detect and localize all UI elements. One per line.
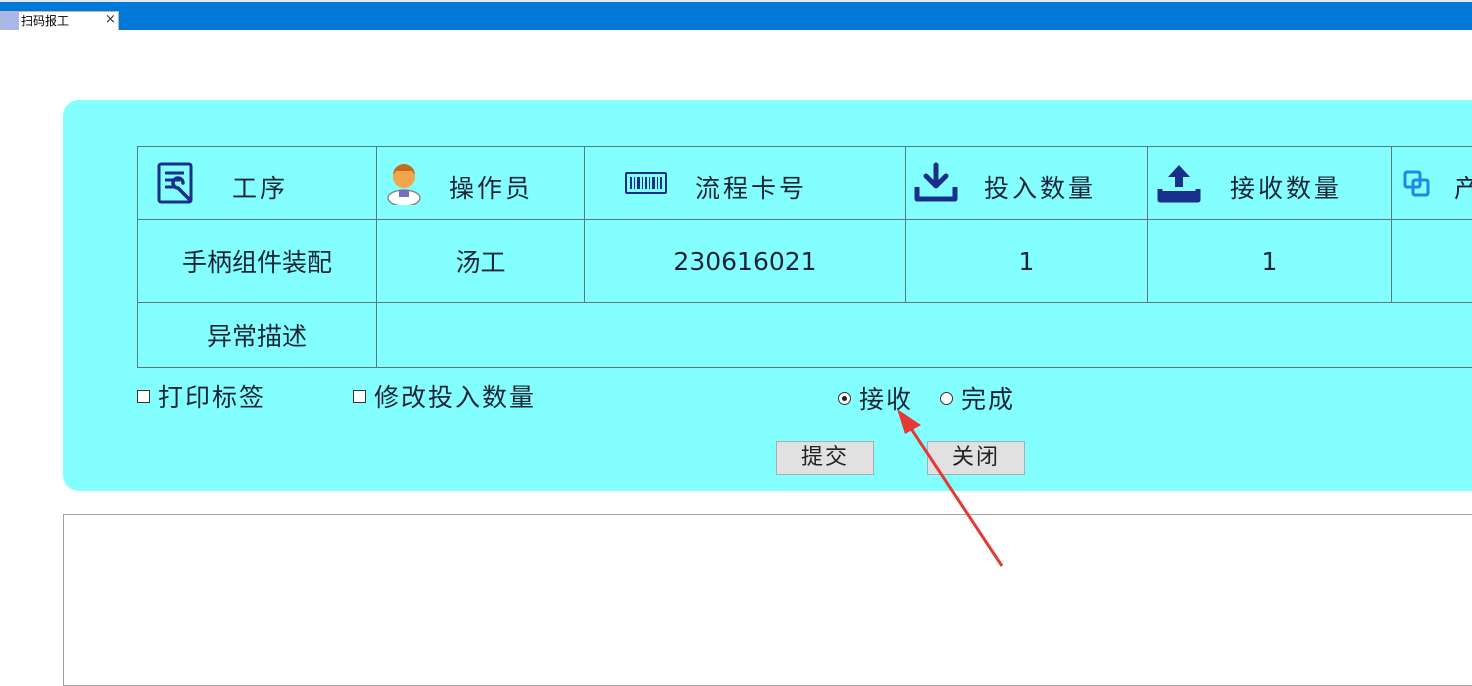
complete-radio[interactable]: 完成 bbox=[940, 380, 1015, 416]
table-header-row: 工序 操作员 bbox=[138, 147, 1472, 220]
receive-radio[interactable]: 接收 bbox=[838, 380, 913, 416]
header-flowcard-label: 流程卡号 bbox=[695, 169, 807, 205]
modify-qty-text: 修改投入数量 bbox=[374, 383, 536, 412]
cell-operator: 汤工 bbox=[377, 220, 585, 303]
header-receive-qty: 接收数量 bbox=[1148, 147, 1392, 220]
cell-process: 手柄组件装配 bbox=[138, 220, 377, 303]
tab-bar-edge bbox=[0, 0, 1472, 2]
tab-app-icon bbox=[1, 12, 19, 30]
report-table: 工序 操作员 bbox=[137, 146, 1472, 368]
tab-close-icon[interactable]: × bbox=[105, 13, 116, 27]
header-product-label: 产 bbox=[1454, 169, 1472, 205]
exception-row: 异常描述 bbox=[138, 303, 1472, 368]
download-icon bbox=[914, 161, 958, 205]
header-process-label: 工序 bbox=[232, 169, 288, 205]
header-flowcard: 流程卡号 bbox=[585, 147, 906, 220]
cell-product bbox=[1392, 220, 1472, 303]
header-receive-qty-label: 接收数量 bbox=[1230, 169, 1342, 205]
print-label-text: 打印标签 bbox=[158, 383, 266, 412]
tab-label: 扫码报工 bbox=[21, 14, 69, 28]
print-label-checkbox-box[interactable] bbox=[137, 390, 150, 403]
header-operator-label: 操作员 bbox=[449, 169, 533, 205]
close-button[interactable]: 关闭 bbox=[927, 441, 1025, 475]
complete-radio-label: 完成 bbox=[961, 385, 1015, 414]
header-product: 产 bbox=[1392, 147, 1472, 220]
header-input-qty: 投入数量 bbox=[906, 147, 1148, 220]
receive-radio-label: 接收 bbox=[859, 385, 913, 414]
copy-icon bbox=[1402, 169, 1432, 199]
exception-description-field[interactable] bbox=[377, 303, 1472, 368]
results-area bbox=[63, 514, 1472, 686]
submit-button[interactable]: 提交 bbox=[776, 441, 874, 475]
complete-radio-dot[interactable] bbox=[940, 392, 953, 405]
tab-scan-report[interactable]: 扫码报工 × bbox=[0, 11, 119, 30]
process-doc-icon bbox=[156, 161, 200, 205]
print-label-checkbox[interactable]: 打印标签 bbox=[137, 378, 266, 414]
modify-qty-checkbox-box[interactable] bbox=[353, 390, 366, 403]
upload-icon bbox=[1157, 161, 1201, 205]
cell-input-qty[interactable]: 1 bbox=[906, 220, 1148, 303]
header-operator: 操作员 bbox=[377, 147, 585, 220]
cell-flowcard: 230616021 bbox=[585, 220, 906, 303]
tab-bar bbox=[0, 0, 1472, 30]
modify-qty-checkbox[interactable]: 修改投入数量 bbox=[353, 378, 536, 414]
barcode-icon bbox=[624, 161, 668, 205]
operator-avatar-icon bbox=[383, 161, 427, 205]
cell-receive-qty[interactable]: 1 bbox=[1148, 220, 1392, 303]
receive-radio-dot[interactable] bbox=[838, 392, 851, 405]
header-process: 工序 bbox=[138, 147, 377, 220]
exception-label: 异常描述 bbox=[138, 303, 377, 368]
header-input-qty-label: 投入数量 bbox=[984, 169, 1096, 205]
table-row: 手柄组件装配 汤工 230616021 1 1 bbox=[138, 220, 1472, 303]
